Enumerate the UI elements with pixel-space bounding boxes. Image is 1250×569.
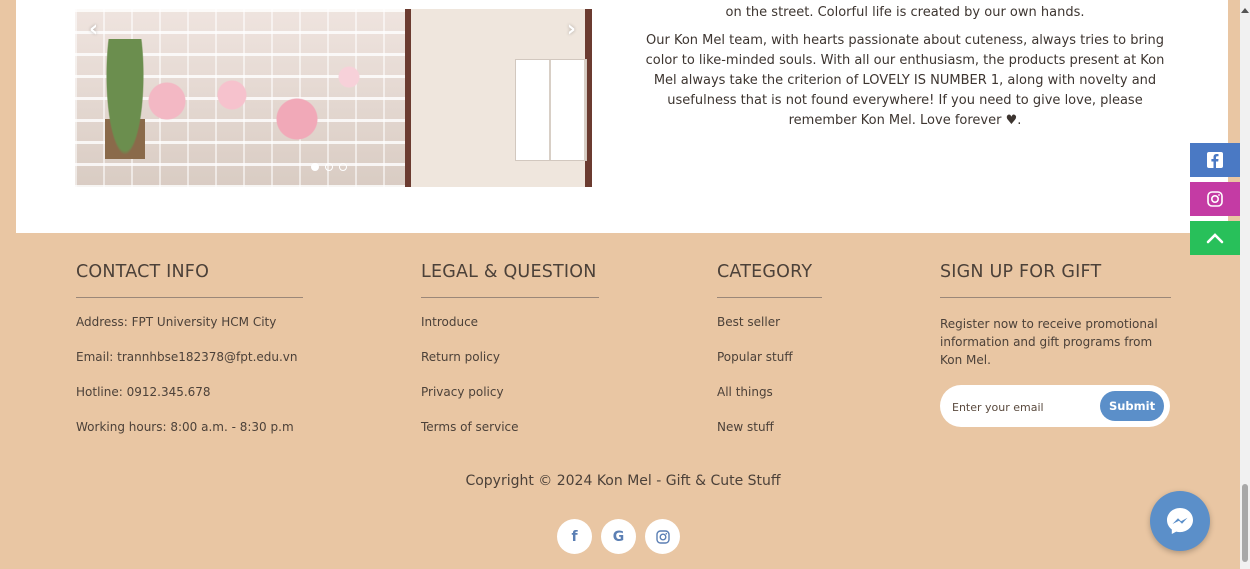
contact-email: Email: trannhbse182378@fpt.edu.vn xyxy=(76,350,298,364)
email-input[interactable] xyxy=(950,396,1094,418)
gift-signup-column: SIGN UP FOR GIFT Register now to receive… xyxy=(940,262,1171,427)
messenger-glyph xyxy=(1167,508,1193,534)
carousel-dot-3[interactable] xyxy=(339,163,347,171)
contact-hours: Working hours: 8:00 a.m. - 8:30 p.m xyxy=(76,420,294,434)
carousel-dot-1[interactable] xyxy=(311,163,319,171)
contact-address: Address: FPT University HCM City xyxy=(76,315,277,329)
contact-info-column: CONTACT INFO Address: FPT University HCM… xyxy=(76,262,303,455)
divider xyxy=(717,297,822,298)
contact-info-title: CONTACT INFO xyxy=(76,262,210,282)
link-terms-of-service[interactable]: Terms of service xyxy=(421,420,599,455)
legal-column: LEGAL & QUESTION Introduce Return policy… xyxy=(421,262,599,455)
gift-title: SIGN UP FOR GIFT xyxy=(940,262,1102,282)
scrollbar-thumb[interactable] xyxy=(1242,484,1248,562)
about-line-top: on the street. Colorful life is created … xyxy=(725,5,1085,20)
instagram-glyph xyxy=(1207,191,1223,207)
copyright-text: Copyright © 2024 Kon Mel - Gift & Cute S… xyxy=(465,473,781,489)
legal-title: LEGAL & QUESTION xyxy=(421,262,597,282)
facebook-letter: f xyxy=(571,528,578,545)
carousel-dot-2[interactable] xyxy=(325,163,333,171)
social-links: f G xyxy=(557,519,680,554)
divider xyxy=(421,297,599,298)
link-return-policy[interactable]: Return policy xyxy=(421,350,599,385)
category-column: CATEGORY Best seller Popular stuff All t… xyxy=(717,262,822,455)
email-signup-form: Submit xyxy=(940,385,1170,427)
link-all-things[interactable]: All things xyxy=(717,385,822,420)
facebook-glyph xyxy=(1207,152,1223,168)
link-new-stuff[interactable]: New stuff xyxy=(717,420,822,455)
chevron-up-icon[interactable] xyxy=(1190,221,1240,255)
google-letter: G xyxy=(612,528,625,545)
plush-toys-decor xyxy=(115,29,375,149)
link-introduce[interactable]: Introduce xyxy=(421,315,599,350)
carousel-indicators xyxy=(311,163,347,171)
scroll-up-arrow[interactable] xyxy=(1241,8,1249,13)
link-popular-stuff[interactable]: Popular stuff xyxy=(717,350,822,385)
instagram-icon[interactable] xyxy=(645,519,680,554)
about-paragraph: Our Kon Mel team, with hearts passionate… xyxy=(645,33,1165,128)
link-best-seller[interactable]: Best seller xyxy=(717,315,822,350)
instagram-icon[interactable] xyxy=(1190,182,1240,216)
google-icon[interactable]: G xyxy=(601,519,636,554)
chevron-up-glyph xyxy=(1206,233,1224,244)
category-title: CATEGORY xyxy=(717,262,813,282)
plant-decor xyxy=(105,39,145,159)
gift-description: Register now to receive promotional info… xyxy=(940,317,1158,367)
divider xyxy=(940,297,1171,298)
chevron-left-icon[interactable]: ‹ xyxy=(89,17,98,42)
scrollbar[interactable] xyxy=(1240,0,1250,569)
chevron-right-icon[interactable]: › xyxy=(567,17,576,42)
store-image-carousel[interactable]: ‹ › xyxy=(75,9,592,187)
submit-button[interactable]: Submit xyxy=(1100,391,1164,421)
contact-hotline: Hotline: 0912.345.678 xyxy=(76,385,211,399)
divider xyxy=(76,297,303,298)
cabinet-decor xyxy=(515,59,587,161)
facebook-icon[interactable] xyxy=(1190,143,1240,177)
messenger-icon[interactable] xyxy=(1150,491,1210,551)
instagram-glyph xyxy=(655,529,670,544)
link-privacy-policy[interactable]: Privacy policy xyxy=(421,385,599,420)
about-text: on the street. Colorful life is created … xyxy=(640,3,1170,139)
facebook-icon[interactable]: f xyxy=(557,519,592,554)
